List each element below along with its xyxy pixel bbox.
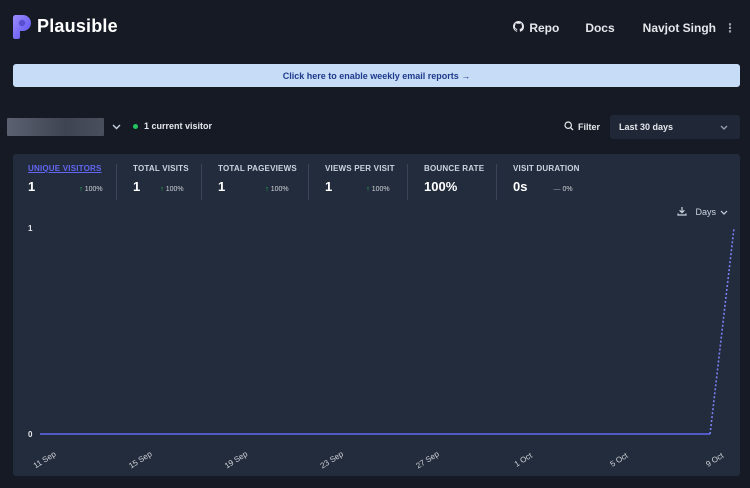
x-tick-label: 23 Sep [319,449,346,470]
filter-label: Filter [578,122,601,132]
y-tick-label: 0 [28,430,33,439]
brand-logo[interactable]: Plausible [12,13,118,39]
top-nav: Plausible Repo Docs Navjot Singh ⋮ [0,0,750,58]
y-tick-label: 1 [28,224,33,233]
x-tick-label: 19 Sep [223,449,250,470]
stats-panel: UNIQUE VISITORS 1 ↑ 100% TOTAL VISITS 1 ↑… [13,154,740,476]
x-tick-label: 15 Sep [127,449,154,470]
nav-repo-link[interactable]: Repo [513,21,559,35]
x-tick-label: 27 Sep [414,449,441,470]
user-name: Navjot Singh [642,21,716,35]
period-picker[interactable]: Last 30 days [610,115,740,139]
x-tick-label: 11 Sep [32,449,58,470]
period-label: Last 30 days [619,122,674,132]
nav-docs-link[interactable]: Docs [585,21,614,35]
brand-name: Plausible [37,15,118,36]
chevron-down-icon [112,122,121,133]
github-icon [513,21,525,35]
search-icon [564,121,574,133]
nav-repo-label: Repo [529,21,560,35]
x-tick-label: 1 Oct [513,451,535,469]
kebab-menu-icon[interactable]: ⋮ [724,22,736,34]
filter-button[interactable]: Filter [564,121,600,133]
plausible-logo-icon [12,13,32,39]
current-visitors-label: 1 current visitor [144,121,213,131]
chevron-down-icon [720,122,728,132]
user-menu[interactable]: Navjot Singh ⋮ [643,21,736,35]
nav-links: Repo Docs Navjot Singh ⋮ [513,21,736,35]
x-tick-label: 9 Oct [704,451,726,469]
site-switcher[interactable] [7,118,121,136]
visitors-line-chart: 0 1 11 Sep 15 Sep 19 Sep 23 Sep 27 Sep 1 Oct 5 O… [28,224,735,470]
live-dot-icon [133,123,138,129]
email-reports-banner[interactable]: Click here to enable weekly email report… [13,64,740,87]
x-tick-label: 5 Oct [609,451,631,469]
current-visitors[interactable]: 1 current visitor [133,121,212,131]
series-line-dashed [709,227,735,435]
site-name-redacted [7,118,104,136]
